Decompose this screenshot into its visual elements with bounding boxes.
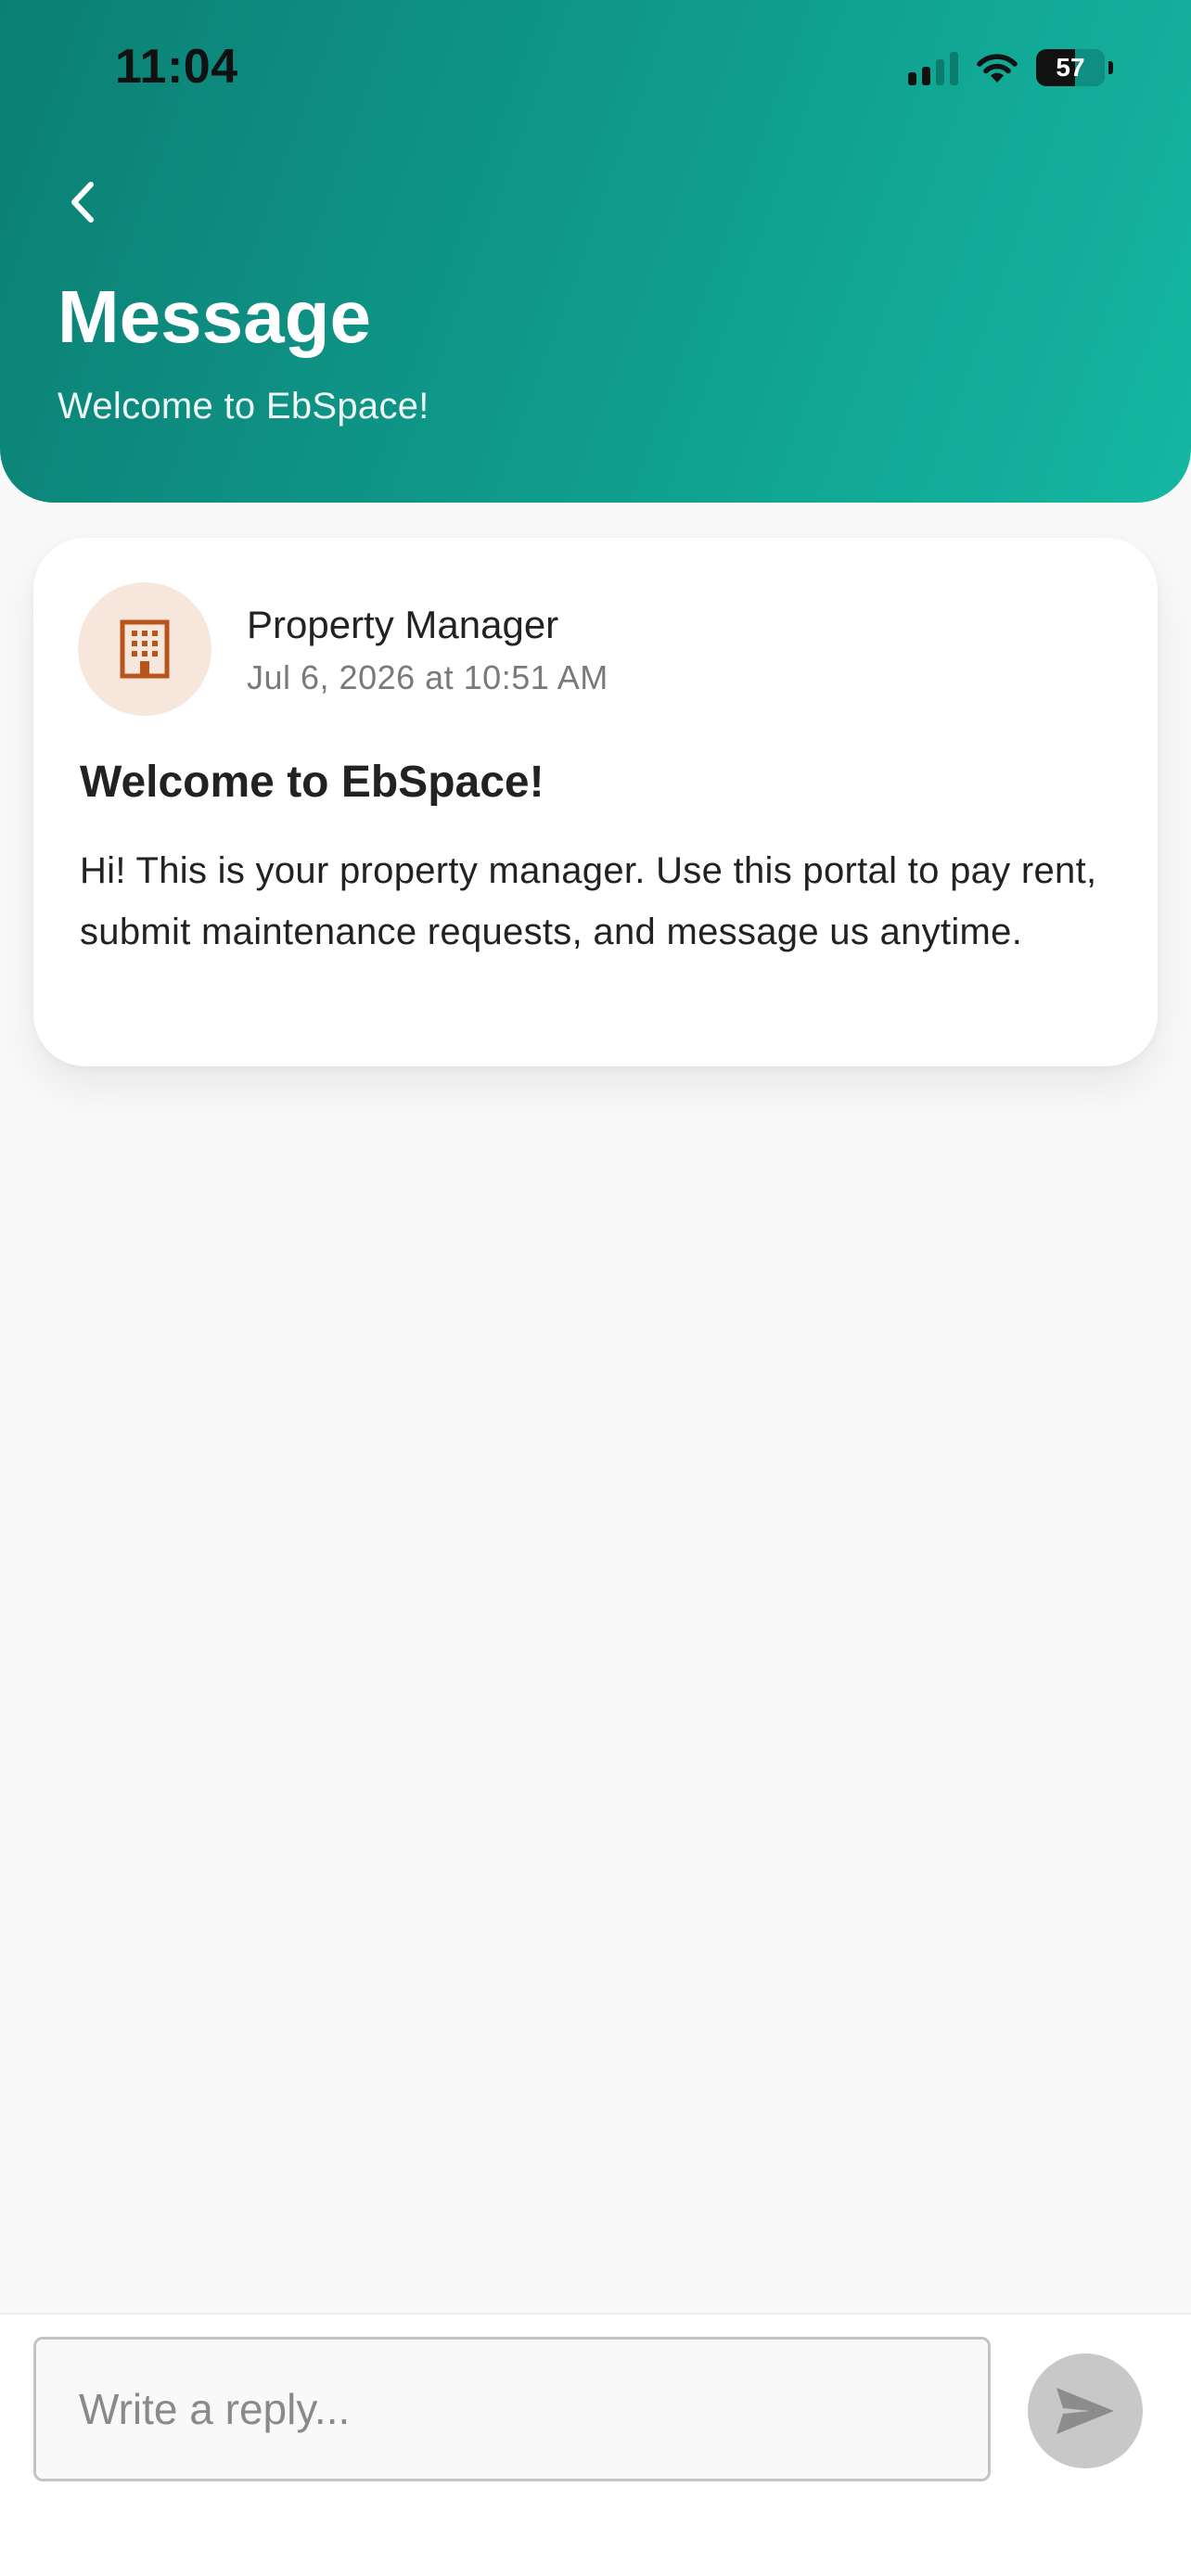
chevron-left-icon xyxy=(71,182,94,223)
sender-name: Property Manager xyxy=(247,603,559,646)
battery-cap xyxy=(1108,61,1113,74)
page-subtitle: Welcome to EbSpace! xyxy=(58,386,429,427)
send-icon xyxy=(1057,2388,1114,2434)
message-subject: Welcome to EbSpace! xyxy=(80,758,544,807)
send-button[interactable] xyxy=(1028,2353,1143,2468)
reply-input[interactable] xyxy=(33,2337,991,2481)
battery-icon: 57 xyxy=(1036,49,1105,86)
avatar xyxy=(78,582,211,716)
building-icon xyxy=(120,619,170,679)
page-title: Message xyxy=(58,275,371,358)
header: 11:04 57 Message Welcome to EbSpace! xyxy=(0,0,1191,503)
status-icons: 57 xyxy=(908,46,1113,89)
cellular-signal-icon xyxy=(908,50,958,85)
message-body: Hi! This is your property manager. Use t… xyxy=(80,850,1097,952)
message-card: Property Manager Jul 6, 2026 at 10:51 AM… xyxy=(33,538,1158,1066)
battery-level: 57 xyxy=(1056,53,1085,82)
status-time: 11:04 xyxy=(115,40,238,94)
message-timestamp: Jul 6, 2026 at 10:51 AM xyxy=(247,658,608,696)
back-button[interactable] xyxy=(58,172,108,232)
wifi-icon xyxy=(975,51,1019,84)
message-detail-screen: 11:04 57 Message Welcome to EbSpace! Pro… xyxy=(0,0,1191,2576)
reply-bar xyxy=(0,2313,1191,2576)
